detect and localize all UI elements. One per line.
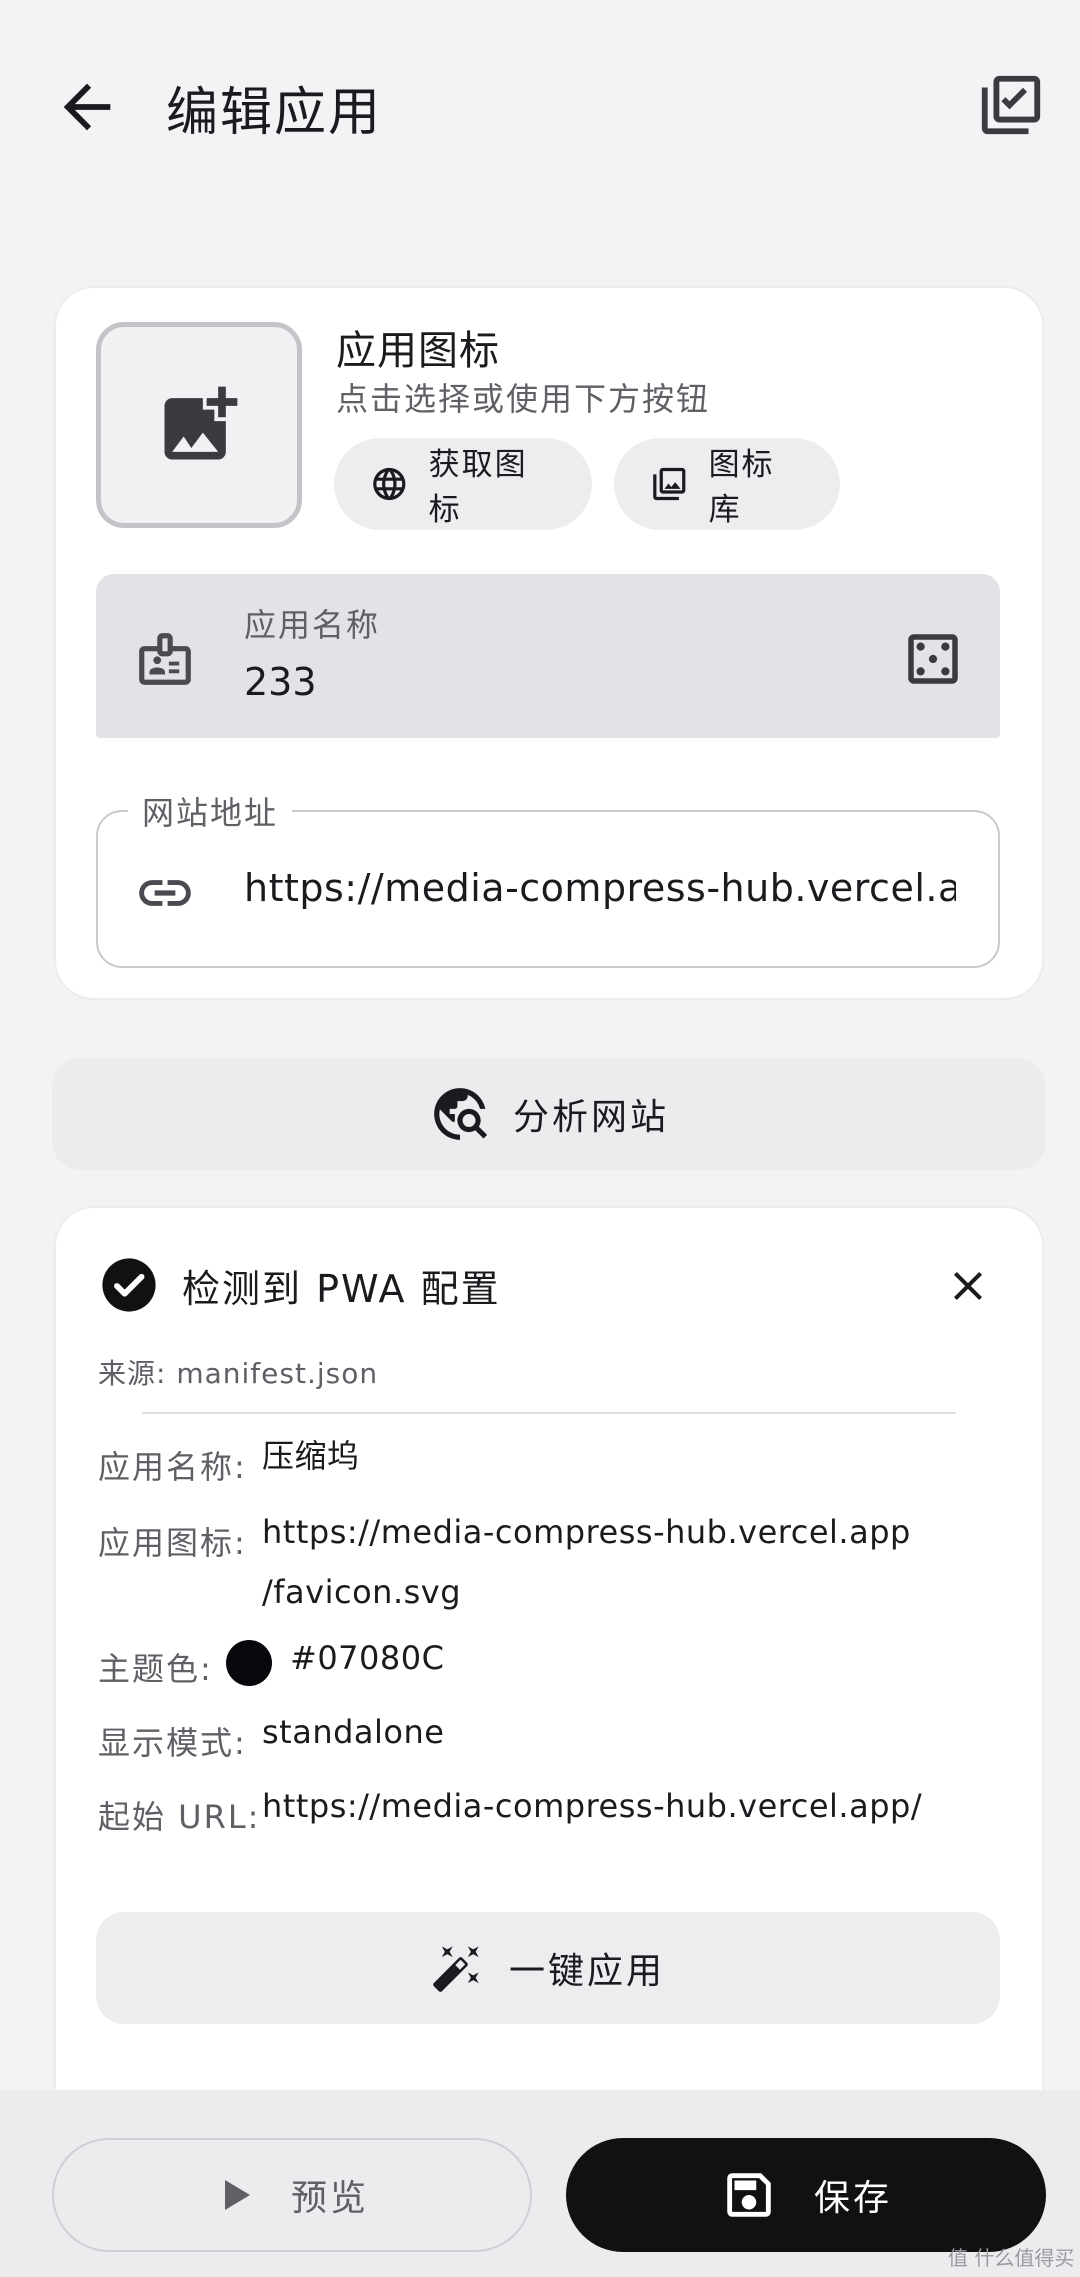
watermark: 值 什么值得买 bbox=[948, 2246, 1075, 2270]
globe-icon bbox=[373, 467, 406, 501]
magic-wand-icon bbox=[433, 1946, 479, 1992]
icon-library-label: 图标库 bbox=[708, 447, 775, 528]
badge-icon bbox=[134, 628, 196, 690]
travel-explore-icon bbox=[434, 1088, 488, 1140]
icon-library-button[interactable]: 图标库 bbox=[614, 438, 840, 530]
pwa-icon-value: https://media-compress-hub.vercel.app bbox=[262, 1513, 911, 1551]
pwa-start-url-value: https://media-compress-hub.vercel.app/ bbox=[262, 1787, 923, 1825]
add-photo-icon bbox=[164, 386, 238, 460]
pwa-icon-value-continued: /favicon.svg bbox=[262, 1573, 462, 1611]
arrow-back-icon bbox=[63, 83, 111, 131]
fetch-icon-label: 获取图标 bbox=[428, 447, 528, 528]
pwa-theme-value: #07080C bbox=[290, 1639, 445, 1677]
pwa-display-label: 显示模式: bbox=[98, 1724, 247, 1762]
page-title: 编辑应用 bbox=[166, 83, 383, 143]
app-name-value[interactable]: 233 bbox=[244, 660, 317, 704]
divider bbox=[142, 1412, 956, 1414]
close-pwa-button[interactable] bbox=[944, 1262, 992, 1310]
photo-library-icon bbox=[653, 467, 686, 501]
save-icon bbox=[727, 2173, 771, 2217]
random-dice-button[interactable] bbox=[900, 626, 966, 692]
app-name-field[interactable] bbox=[96, 574, 1000, 738]
pwa-source: 来源: manifest.json bbox=[98, 1357, 379, 1390]
select-all-button[interactable] bbox=[976, 70, 1046, 140]
preview-button[interactable]: 预览 bbox=[52, 2138, 532, 2252]
pwa-start-url-label: 起始 URL: bbox=[98, 1798, 261, 1836]
pwa-display-value: standalone bbox=[262, 1713, 445, 1751]
save-label: 保存 bbox=[813, 2178, 892, 2219]
pwa-detected-title: 检测到 PWA 配置 bbox=[182, 1267, 501, 1311]
fetch-icon-button[interactable]: 获取图标 bbox=[334, 438, 592, 530]
theme-color-swatch bbox=[226, 1640, 272, 1686]
close-icon bbox=[954, 1272, 982, 1300]
pwa-icon-label: 应用图标: bbox=[98, 1524, 247, 1562]
icon-section-subtitle: 点击选择或使用下方按钮 bbox=[336, 380, 711, 418]
pwa-name-label: 应用名称: bbox=[98, 1448, 247, 1486]
preview-label: 预览 bbox=[290, 2178, 369, 2219]
pwa-theme-label: 主题色: bbox=[98, 1650, 213, 1688]
checklist-stack-icon bbox=[981, 75, 1041, 135]
play-icon bbox=[224, 2180, 250, 2210]
website-url-label: 网站地址 bbox=[128, 788, 293, 834]
one-click-apply-button[interactable]: 一键应用 bbox=[96, 1912, 1000, 2024]
icon-section-title: 应用图标 bbox=[336, 328, 500, 374]
pwa-name-value: 压缩坞 bbox=[262, 1437, 360, 1475]
save-button[interactable]: 保存 bbox=[566, 2138, 1046, 2252]
link-icon bbox=[134, 862, 196, 924]
back-button[interactable] bbox=[52, 72, 122, 142]
app-name-label: 应用名称 bbox=[244, 606, 381, 644]
dice-icon bbox=[908, 634, 958, 684]
analyze-website-label: 分析网站 bbox=[512, 1097, 669, 1138]
check-circle-icon bbox=[100, 1256, 158, 1314]
analyze-website-button[interactable]: 分析网站 bbox=[52, 1058, 1046, 1170]
app-icon-picker[interactable] bbox=[96, 322, 302, 528]
one-click-apply-label: 一键应用 bbox=[508, 1951, 665, 1992]
website-url-value[interactable]: https://media-compress-hub.vercel.app bbox=[244, 866, 956, 910]
